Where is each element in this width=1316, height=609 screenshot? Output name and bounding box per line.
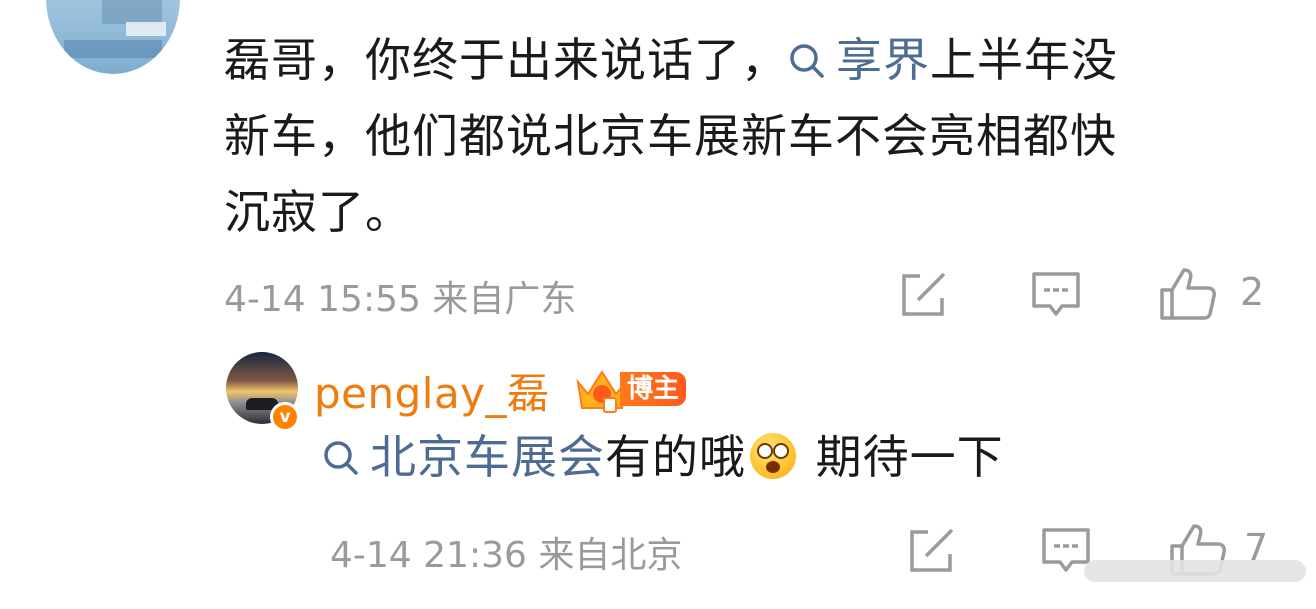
comment-location: 来自广东 <box>432 279 577 320</box>
reply-text: 北京车展会有的哦 期待一下 <box>322 422 1004 492</box>
like-count: 2 <box>1240 270 1265 314</box>
topic-link[interactable]: 北京车展会 <box>322 430 605 484</box>
blogger-badge: 博主 <box>574 364 692 416</box>
reply-location: 来自北京 <box>538 535 683 576</box>
comment-time: 4-14 15:55 <box>224 279 421 320</box>
comment-meta: 4-14 15:55 来自广东 <box>224 270 576 322</box>
badge-label: 博主 <box>620 372 686 406</box>
comment-icon[interactable] <box>1030 270 1082 320</box>
reply-time: 4-14 21:36 <box>330 535 527 576</box>
reply-text-part: 有的哦 <box>605 430 746 484</box>
search-icon <box>790 44 824 78</box>
topic-label: 享界 <box>836 33 930 87</box>
share-icon[interactable] <box>906 526 958 576</box>
topic-link[interactable]: 享界 <box>788 33 930 87</box>
reply-text-part: 期待一下 <box>800 430 1004 484</box>
reply-meta: 4-14 21:36 来自北京 <box>330 526 682 578</box>
scrollbar-thumb[interactable] <box>1084 560 1306 582</box>
comment-text-part: 上半年没 <box>930 33 1118 87</box>
comment-text-line: 沉寂了。 <box>224 185 412 239</box>
commenter-avatar[interactable] <box>46 0 180 74</box>
search-icon <box>324 441 358 475</box>
reply-username[interactable]: penglay_磊 <box>314 360 550 421</box>
drooling-face-emoji <box>750 433 796 479</box>
comment-text: 磊哥，你终于出来说话了， 享界上半年没 新车，他们都说北京车展新车不会亮相都快 沉… <box>224 22 1234 250</box>
verified-icon: v <box>270 402 300 432</box>
topic-label: 北京车展会 <box>370 430 605 484</box>
comment-text-part: 磊哥，你终于出来说话了， <box>224 33 788 87</box>
share-icon[interactable] <box>898 270 950 320</box>
thumbs-up-icon[interactable] <box>1158 266 1218 322</box>
comment-text-line: 新车，他们都说北京车展新车不会亮相都快 <box>224 109 1117 163</box>
